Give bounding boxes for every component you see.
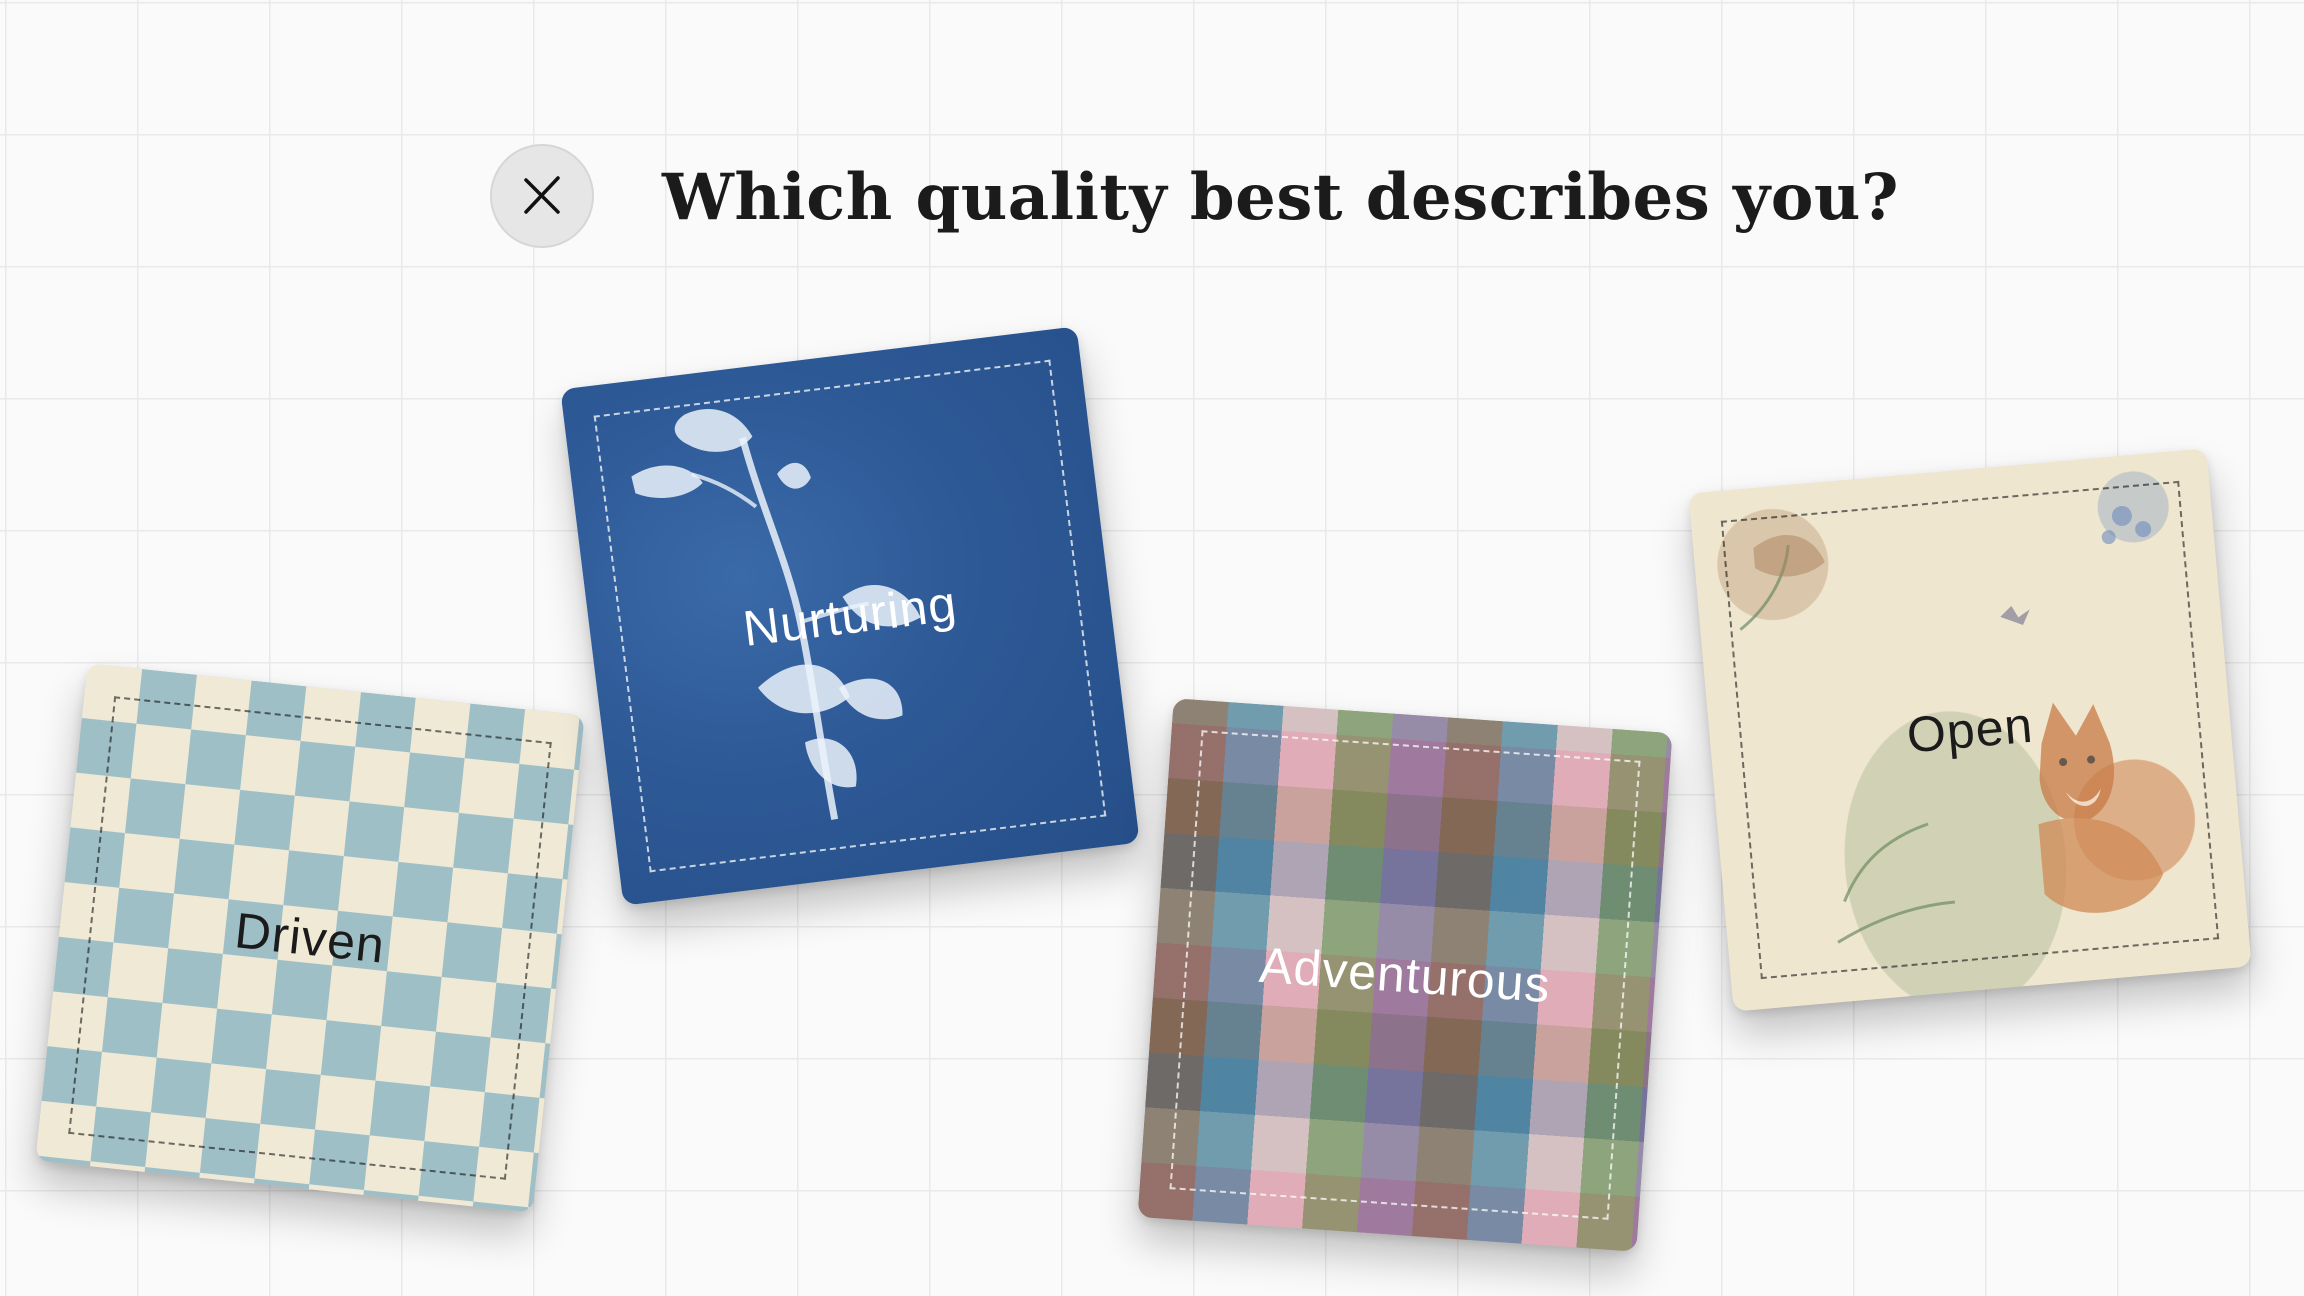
option-label: Driven: [232, 902, 388, 974]
close-icon: [524, 176, 560, 214]
option-card-open[interactable]: Open: [1688, 448, 2252, 1012]
option-label: Adventurous: [1257, 936, 1553, 1014]
option-label: Open: [1904, 696, 2036, 764]
page-title: Which quality best describes you?: [662, 160, 1899, 235]
option-card-driven[interactable]: Driven: [35, 663, 585, 1213]
close-button[interactable]: [490, 144, 594, 248]
option-label: Nurturing: [740, 575, 960, 657]
option-card-adventurous[interactable]: Adventurous: [1137, 698, 1673, 1252]
option-card-nurturing[interactable]: Nurturing: [560, 326, 1140, 906]
